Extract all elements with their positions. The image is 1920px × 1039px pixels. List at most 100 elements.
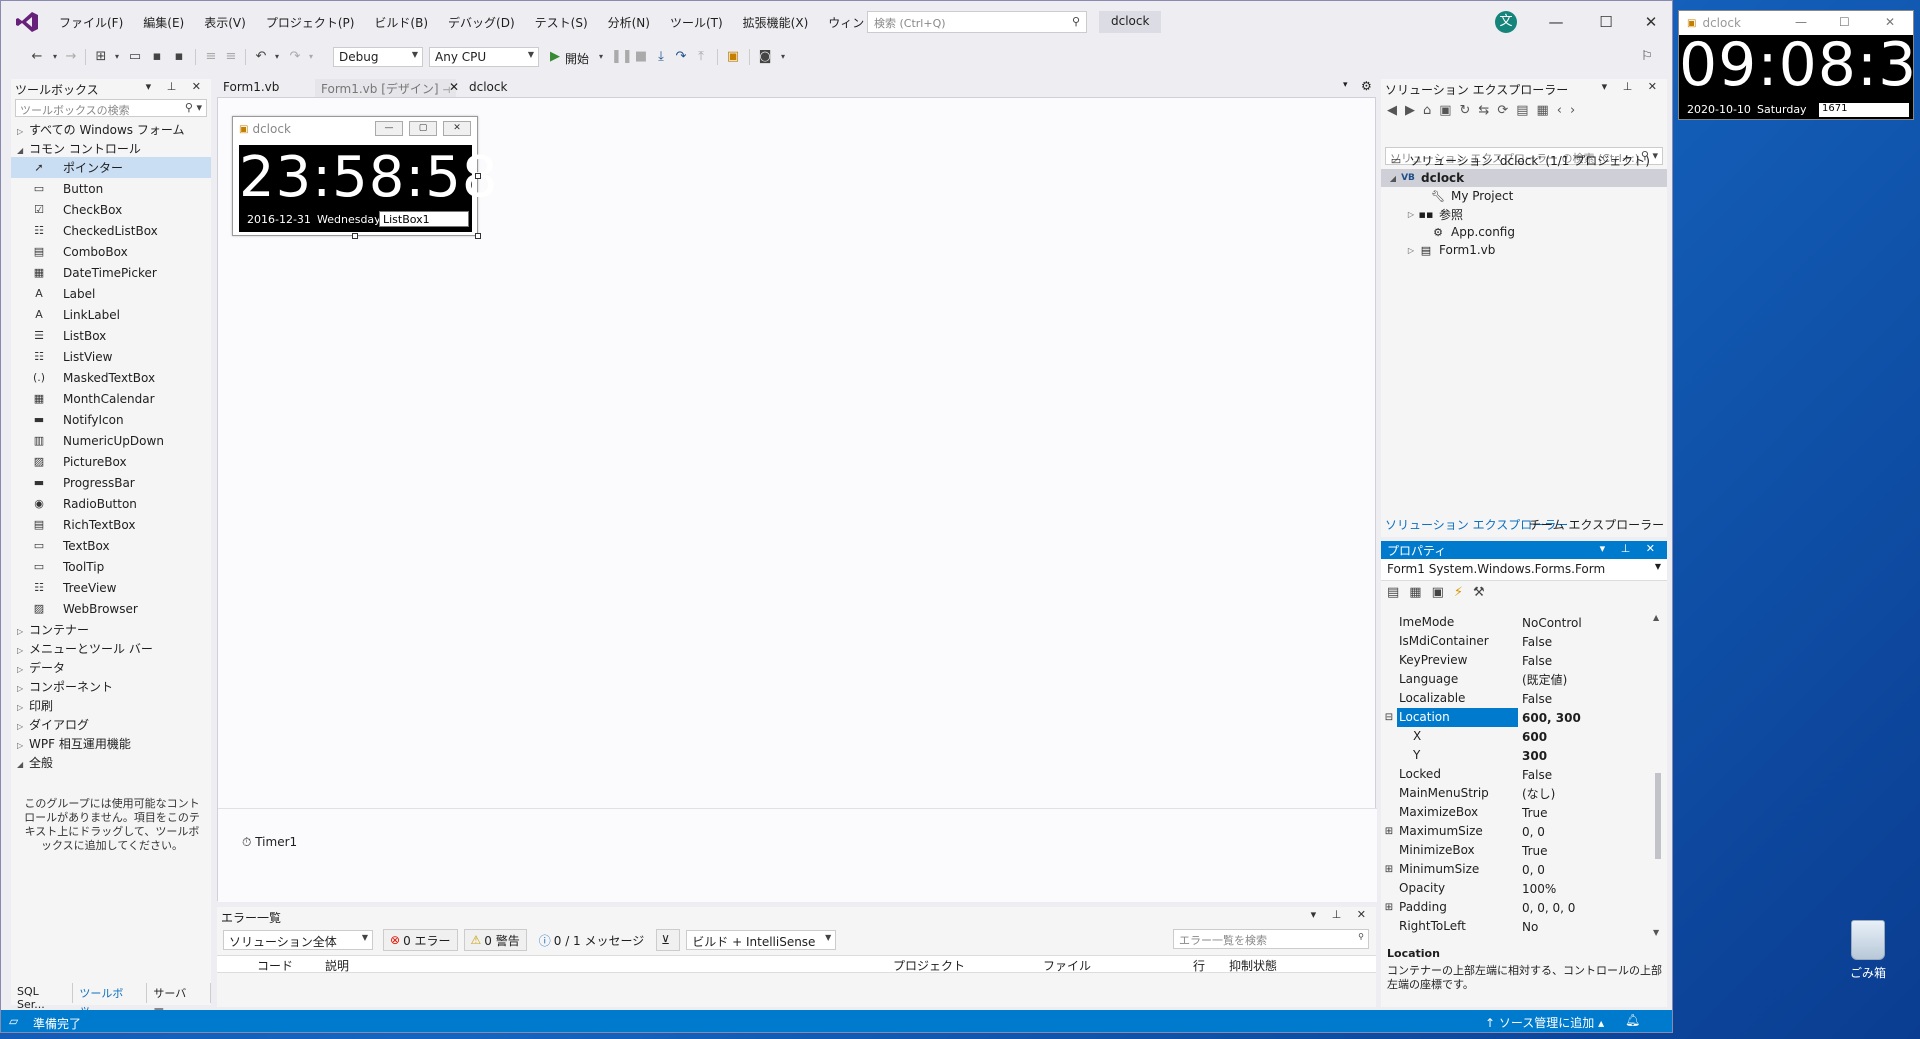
menu-item-5[interactable]: デバッグ(D) [438,14,525,31]
property-row[interactable]: KeyPreview False [1381,651,1651,670]
undo-dropdown-icon[interactable]: ▾ [269,49,285,65]
tab-toolbox[interactable]: ツールボッ... [73,983,148,1016]
property-value[interactable]: False [1518,654,1651,668]
tree-references[interactable]: ▷ ▪▪ 参照 [1381,205,1667,223]
properties-object-select[interactable]: Form1 System.Windows.Forms.Form ▼ [1381,559,1667,581]
error-search-input[interactable]: エラー一覧を検索 ⚲ [1173,929,1369,949]
toolbox-item[interactable]: ▥ NumericUpDown [11,430,211,451]
listbox-control[interactable]: ListBox1 [379,211,469,227]
resize-handle-right[interactable] [475,173,481,179]
resize-handle-bottom[interactable] [352,233,358,239]
maximize-button[interactable]: ☐ [1586,9,1626,35]
start-dropdown-icon[interactable]: ▾ [593,49,609,65]
desktop-clock-window[interactable]: ▣ dclock — ☐ ✕ 09:08:38 2020-10-10 Satur… [1678,10,1920,120]
properties-toolbar[interactable]: ▤▦▣⚡⚒ [1387,585,1495,600]
toolbox-item[interactable]: (.) MaskedTextBox [11,367,211,388]
screenshot-icon[interactable]: ◙ [757,49,773,65]
account-avatar[interactable]: 文 [1495,11,1517,33]
toolbox-item[interactable]: A LinkLabel [11,304,211,325]
property-row[interactable]: ⊟ Location 600, 300 [1381,708,1651,727]
toolbox-item[interactable]: ➚ ポインター [11,157,211,178]
panel-controls[interactable]: ▾ ⊥ ✕ [1600,542,1661,555]
tree-form1[interactable]: ▷ ▤ Form1.vb [1381,241,1667,259]
clock-close-button[interactable]: ✕ [1885,15,1895,29]
column-code[interactable]: コード [257,957,293,974]
back-dropdown-icon[interactable]: ▾ [47,49,63,65]
comment-icon[interactable]: ≡ [203,49,219,65]
scroll-down-icon[interactable]: ▼ [1653,928,1659,937]
filter-icon[interactable]: ⊻ [656,929,681,951]
toolbox-item[interactable]: ▭ ToolTip [11,556,211,577]
panel-controls[interactable]: ▾ ⊥ ✕ [146,80,207,93]
property-row[interactable]: Locked False [1381,765,1651,784]
tab-server-explorer[interactable]: サーバー... [147,983,211,1016]
clock-minimize-button[interactable]: — [1795,15,1807,29]
panel-controls[interactable]: ▾ ⊥ ✕ [1311,908,1372,921]
tree-project-node[interactable]: ◢ VB dclock [1381,169,1667,187]
step-into-icon[interactable]: ⤓ [653,49,669,65]
toolbox-item[interactable]: ▬ NotifyIcon [11,409,211,430]
property-row[interactable]: Language (既定値) [1381,670,1651,689]
toolbox-item[interactable]: ☷ TreeView [11,577,211,598]
menu-item-7[interactable]: 分析(N) [598,14,660,31]
recycle-bin-shortcut[interactable]: ごみ箱 [1840,920,1896,981]
clock-time-label[interactable]: 23:58:58 [239,147,498,209]
toolbox-group[interactable]: ▷ 印刷 [11,695,211,714]
property-value[interactable]: No [1518,920,1651,934]
minimize-button[interactable]: — [1536,9,1576,35]
property-value[interactable]: 600, 300 [1518,711,1651,725]
new-project-icon[interactable]: ⊞ [93,49,109,65]
toolbox-group-all-windows[interactable]: ▷ すべての Windows フォーム [11,119,211,138]
tree-solution-node[interactable]: ▭ ソリューション 'dclock' (1/1 プロジェクト) [1381,151,1667,169]
property-value[interactable]: (既定値) [1518,671,1651,688]
toolbox-item[interactable]: ▬ ProgressBar [11,472,211,493]
toolbox-item[interactable]: ☰ ListBox [11,325,211,346]
panel-controls[interactable]: ▾ ⊥ ✕ [1602,80,1663,93]
toolbox-item[interactable]: ▤ ComboBox [11,241,211,262]
toolbox-group[interactable]: ▷ WPF 相互運用機能 [11,733,211,752]
resize-handle-corner[interactable] [475,233,481,239]
undo-icon[interactable]: ↶ [253,49,269,65]
property-row[interactable]: X 600 [1381,727,1651,746]
menu-item-8[interactable]: ツール(T) [660,14,733,31]
source-control-button[interactable]: ↑ ソース管理に追加 ▴ [1485,1014,1604,1031]
property-row[interactable]: RightToLeft No [1381,917,1651,936]
property-row[interactable]: Localizable False [1381,689,1651,708]
tab-form1-design[interactable]: Form1.vb [デザイン] ⊣ [315,79,457,97]
toolbox-item[interactable]: ◉ RadioButton [11,493,211,514]
back-icon[interactable]: ← [29,49,45,65]
uncomment-icon[interactable]: ≡ [223,49,239,65]
live-share-icon[interactable]: ⚐ [1639,49,1655,65]
property-value[interactable]: True [1518,844,1651,858]
forward-icon[interactable]: → [63,49,79,65]
tab-sql-server[interactable]: SQL Ser... [11,983,74,1011]
step-over-icon[interactable]: ↷ [673,49,689,65]
save-all-icon[interactable]: ▪ [171,49,187,65]
toolbox-item[interactable]: ☷ CheckedListBox [11,220,211,241]
expand-toggle-icon[interactable]: ⊞ [1381,864,1397,875]
menu-item-1[interactable]: 編集(E) [133,14,194,31]
property-row[interactable]: MaximizeBox True [1381,803,1651,822]
solution-explorer-toolbar[interactable]: ◀▶⌂▣↻⇆⟳▤▦‹› [1387,103,1583,118]
property-row[interactable]: Y 300 [1381,746,1651,765]
property-value[interactable]: 600 [1518,730,1651,744]
toolbox-item[interactable]: ▨ WebBrowser [11,598,211,619]
property-grid-scrollbar[interactable]: ▲ ▼ [1653,613,1663,937]
property-value[interactable]: 0, 0 [1518,863,1651,877]
toolbox-search-input[interactable]: ツールボックスの検索 ⚲ ▾ [15,99,207,117]
solution-platform-select[interactable]: Any CPU ▼ [429,47,539,67]
toolbox-item[interactable]: ▭ TextBox [11,535,211,556]
menu-item-3[interactable]: プロジェクト(P) [256,14,365,31]
toolbox-group[interactable]: ▷ メニューとツール バー [11,638,211,657]
column-description[interactable]: 説明 [325,957,349,974]
start-button-label[interactable]: 開始 [565,50,589,67]
property-value[interactable]: (なし) [1518,785,1651,802]
tab-team-explorer[interactable]: チーム エクスプローラー [1529,516,1664,533]
property-value[interactable]: 0, 0, 0, 0 [1518,901,1651,915]
column-suppression[interactable]: 抑制状態 [1229,957,1277,974]
notifications-bell-icon[interactable]: 🔔︎ [1625,1013,1640,1027]
column-line[interactable]: 行 [1193,957,1205,974]
property-value[interactable]: NoControl [1518,616,1651,630]
designer-form-window[interactable]: ▣ dclock — ▢ ✕ 23:58:58 2016-12-31 Wedne… [232,116,498,236]
toolbox-group[interactable]: ▷ コンポーネント [11,676,211,695]
